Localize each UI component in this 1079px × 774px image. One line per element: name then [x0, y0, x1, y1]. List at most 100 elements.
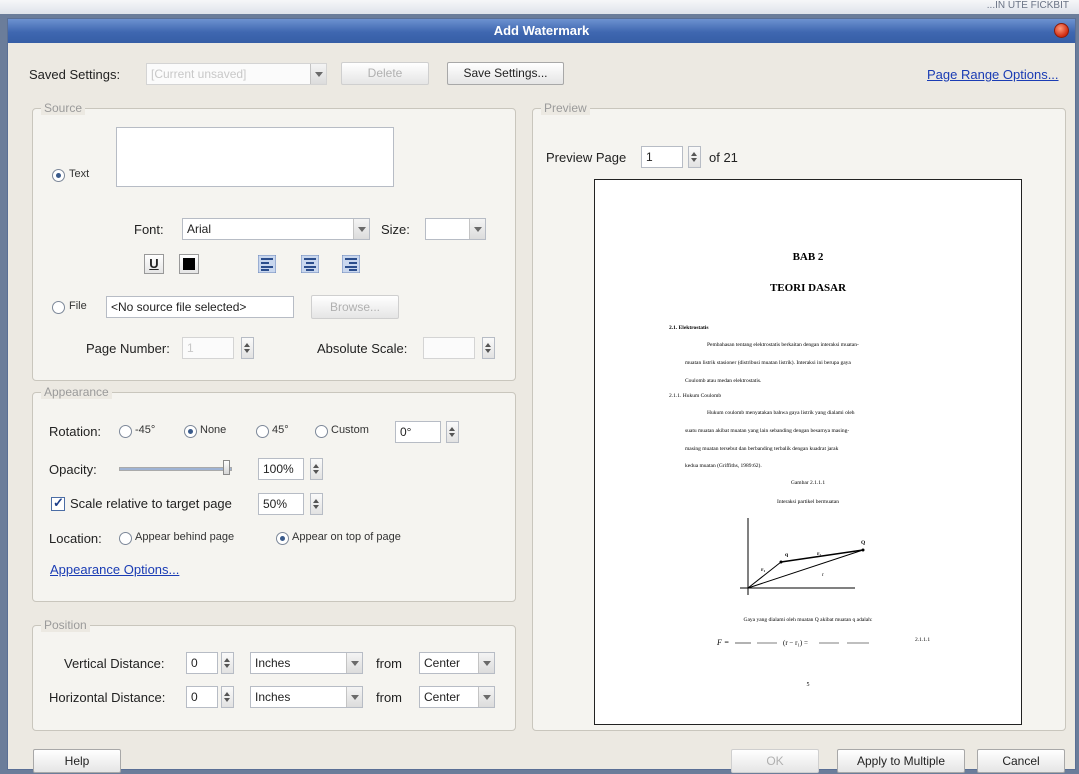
- horizontal-distance-value: 0: [191, 690, 198, 704]
- source-file-value: <No source file selected>: [111, 300, 247, 314]
- rotation-custom-label: Custom: [331, 424, 369, 436]
- chevron-down-icon[interactable]: [346, 653, 362, 673]
- absolute-scale-stepper[interactable]: [482, 337, 495, 359]
- doc-para1-line1: Pembahasan tentang elektrostatis berkait…: [707, 342, 859, 348]
- save-settings-button[interactable]: Save Settings...: [447, 62, 564, 85]
- vertical-from-value: Center: [424, 656, 461, 670]
- chevron-down-icon[interactable]: [346, 687, 362, 707]
- doc-para2-line2: suatu muatan akibat muatan yang lain seb…: [685, 428, 850, 434]
- opacity-slider-thumb[interactable]: [223, 460, 230, 475]
- page-number-label: Page Number:: [86, 341, 170, 356]
- align-left-icon[interactable]: [258, 255, 276, 273]
- add-watermark-dialog: Add Watermark Saved Settings: [Current u…: [7, 18, 1076, 773]
- doc-para2-line4: kedua muatan (Griffiths, 1989:62).: [685, 463, 762, 469]
- font-value: Arial: [187, 222, 212, 236]
- preview-page-label: Preview Page: [546, 150, 627, 165]
- saved-settings-select[interactable]: [Current unsaved]: [146, 63, 327, 85]
- horizontal-from-select[interactable]: Center: [419, 686, 495, 708]
- underline-button[interactable]: U: [144, 254, 164, 274]
- vertical-distance-field[interactable]: 0: [186, 652, 218, 674]
- close-button[interactable]: [1054, 23, 1069, 38]
- browse-button[interactable]: Browse...: [311, 295, 399, 319]
- preview-page-field[interactable]: 1: [641, 146, 683, 168]
- horizontal-distance-stepper[interactable]: [221, 686, 234, 708]
- doc-figure-label-Q: Q: [861, 540, 866, 546]
- preview-page-value: 1: [646, 150, 653, 164]
- doc-figure-label-r: r: [822, 572, 824, 578]
- text-color-button[interactable]: [179, 254, 199, 274]
- rotation-none-radio[interactable]: [184, 425, 197, 438]
- preview-page-stepper[interactable]: [688, 146, 701, 168]
- vertical-distance-stepper[interactable]: [221, 652, 234, 674]
- font-select[interactable]: Arial: [182, 218, 370, 240]
- watermark-text-area[interactable]: [116, 127, 394, 187]
- appearance-title: Appearance: [41, 385, 112, 399]
- size-select[interactable]: [425, 218, 486, 240]
- rotation-custom-radio[interactable]: [315, 425, 328, 438]
- rotation-neg45-label: -45°: [135, 424, 156, 436]
- help-button[interactable]: Help: [33, 749, 121, 773]
- source-file-field[interactable]: <No source file selected>: [106, 296, 294, 318]
- appear-on-top-radio[interactable]: [276, 532, 289, 545]
- vertical-from-label: from: [376, 656, 402, 671]
- text-radio[interactable]: [52, 169, 65, 182]
- preview-page-count: of 21: [709, 150, 738, 165]
- scale-stepper[interactable]: [310, 493, 323, 515]
- align-center-icon[interactable]: [301, 255, 319, 273]
- chevron-down-icon[interactable]: [478, 653, 494, 673]
- page-number-stepper[interactable]: [241, 337, 254, 359]
- scale-relative-label: Scale relative to target page: [70, 496, 232, 511]
- chevron-down-icon[interactable]: [353, 219, 369, 239]
- vertical-from-select[interactable]: Center: [419, 652, 495, 674]
- dialog-body: Saved Settings: [Current unsaved] Delete…: [8, 43, 1075, 773]
- doc-para2-line3: masing muatan tersebut dan berbanding te…: [685, 446, 839, 452]
- vertical-unit-value: Inches: [255, 656, 291, 670]
- horizontal-distance-field[interactable]: 0: [186, 686, 218, 708]
- vertical-unit-select[interactable]: Inches: [250, 652, 363, 674]
- doc-figure-label-r1: r₁: [761, 567, 766, 573]
- window-title: Add Watermark: [493, 23, 590, 38]
- source-title: Source: [41, 101, 86, 115]
- align-right-icon[interactable]: [342, 255, 360, 273]
- rotation-neg45-radio[interactable]: [119, 425, 132, 438]
- opacity-slider-track[interactable]: [119, 467, 232, 471]
- appearance-options-link[interactable]: Appearance Options...: [50, 562, 179, 577]
- file-radio[interactable]: [52, 301, 65, 314]
- ok-button[interactable]: OK: [731, 749, 819, 773]
- page-number-field[interactable]: 1: [182, 337, 234, 359]
- title-bar[interactable]: Add Watermark: [8, 19, 1075, 43]
- page-range-options-link[interactable]: Page Range Options...: [927, 67, 1059, 82]
- delete-button[interactable]: Delete: [341, 62, 429, 85]
- chevron-down-icon[interactable]: [478, 687, 494, 707]
- svg-text:(r − r₁) =: (r − r₁) =: [783, 639, 808, 647]
- opacity-stepper[interactable]: [310, 458, 323, 480]
- position-title: Position: [41, 618, 90, 632]
- scale-relative-checkbox[interactable]: [51, 495, 65, 511]
- appear-behind-radio[interactable]: [119, 532, 132, 545]
- location-label: Location:: [49, 531, 102, 546]
- apply-to-multiple-button[interactable]: Apply to Multiple: [837, 749, 965, 773]
- doc-heading-1: BAB 2: [792, 251, 824, 263]
- absolute-scale-field[interactable]: [423, 337, 475, 359]
- chevron-down-icon[interactable]: [469, 219, 485, 239]
- appear-on-top-label: Appear on top of page: [292, 531, 401, 543]
- saved-settings-value: [Current unsaved]: [151, 67, 247, 81]
- doc-figure-label-q: q: [785, 552, 789, 558]
- doc-page-number: 5: [806, 682, 810, 688]
- rotation-stepper[interactable]: [446, 421, 459, 443]
- opacity-field[interactable]: 100%: [258, 458, 304, 480]
- chevron-down-icon[interactable]: [310, 64, 326, 84]
- horizontal-unit-value: Inches: [255, 690, 291, 704]
- horizontal-unit-select[interactable]: Inches: [250, 686, 363, 708]
- horizontal-from-value: Center: [424, 690, 461, 704]
- desktop-corner-text: ...IN UTE FICKBIT: [986, 0, 1069, 11]
- appear-behind-label: Appear behind page: [135, 531, 235, 543]
- rotation-custom-field[interactable]: 0°: [395, 421, 441, 443]
- file-option-label: File: [69, 300, 87, 312]
- doc-force-text: Gaya yang dialami oleh muatan Q akibat m…: [743, 617, 873, 623]
- cancel-button[interactable]: Cancel: [977, 749, 1065, 773]
- rotation-45-radio[interactable]: [256, 425, 269, 438]
- scale-field[interactable]: 50%: [258, 493, 304, 515]
- doc-para2-line1: Hukum coulomb menyatakan bahwa gaya list…: [707, 410, 855, 416]
- rotation-custom-value: 0°: [400, 425, 412, 439]
